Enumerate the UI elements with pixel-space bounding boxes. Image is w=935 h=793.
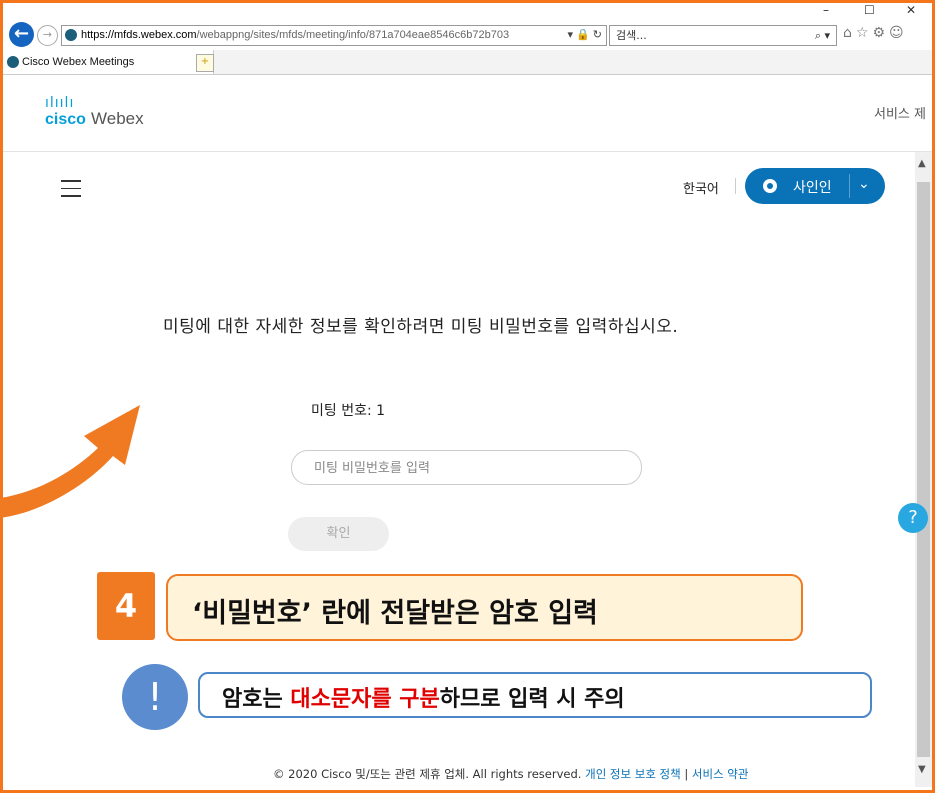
signin-button[interactable]: 사인인 ⌄ [745, 168, 885, 204]
tab-strip: Cisco Webex Meetings × + [3, 50, 932, 75]
copyright-text: © 2020 Cisco 및/또는 관련 제휴 업체. All rights r… [273, 767, 582, 781]
search-icon[interactable]: ⌕ ▾ [815, 26, 830, 45]
privacy-link[interactable]: 개인 정보 보호 정책 [585, 767, 681, 781]
language-divider [735, 178, 736, 194]
close-icon[interactable]: ✕ [906, 3, 916, 17]
tab-title: Cisco Webex Meetings [22, 56, 135, 68]
step-instruction: ‘비밀번호’ 란에 전달받은 암호 입력 [166, 574, 803, 641]
language-selector[interactable]: 한국어 [683, 178, 719, 197]
password-prompt: 미팅에 대한 자세한 정보를 확인하려면 미팅 비밀번호를 입력하십시오. [163, 317, 679, 337]
site-favicon-icon [65, 29, 77, 41]
search-box[interactable]: 검색... ⌕ ▾ [609, 25, 837, 46]
footer-separator: | [684, 767, 689, 781]
site-header: ılıılı cisco Webex 서비스 제 [3, 75, 932, 152]
page-footer: © 2020 Cisco 및/또는 관련 제휴 업체. All rights r… [273, 766, 748, 782]
meeting-number: 미팅 번호: 1 [311, 403, 386, 419]
webex-icon [763, 179, 777, 193]
url-path: /webappng/sites/mfds/meeting/info/871a70… [196, 29, 510, 41]
chevron-down-icon[interactable]: ⌄ [858, 176, 870, 192]
forward-arrow-icon[interactable]: → [37, 25, 58, 46]
help-icon[interactable]: ? [898, 503, 928, 533]
search-placeholder: 검색... [616, 29, 647, 42]
url-host: https://mfds.webex.com [81, 29, 197, 41]
warn-highlight: 대소문자를 구분 [290, 687, 440, 712]
cisco-bars-icon: ılıılı [45, 95, 75, 111]
scroll-thumb[interactable] [917, 182, 930, 757]
address-bar[interactable]: https://mfds.webex.com/webappng/sites/mf… [61, 25, 607, 46]
address-tools-icon[interactable]: ▾ 🔒 ↻ [564, 26, 602, 45]
confirm-button[interactable]: 확인 [288, 517, 389, 551]
hamburger-menu-icon[interactable] [61, 180, 81, 203]
warning-note: 암호는 대소문자를 구분하므로 입력 시 주의 [198, 672, 872, 718]
toolbar-icons[interactable]: ⌂☆⚙☺ [843, 25, 908, 41]
password-input[interactable] [312, 458, 626, 478]
signin-label: 사인인 [793, 180, 832, 196]
tab-webex[interactable]: Cisco Webex Meetings × [3, 50, 214, 74]
password-field[interactable] [291, 450, 642, 485]
new-tab-icon[interactable]: + [196, 54, 214, 72]
cisco-webex-logo[interactable]: ılıılı cisco Webex [45, 95, 144, 129]
warn-text-2: 하므로 입력 시 주의 [439, 687, 625, 712]
scroll-down-icon[interactable]: ▼ [918, 764, 926, 775]
step-text: ‘비밀번호’ 란에 전달받은 암호 입력 [192, 598, 598, 629]
vertical-scrollbar[interactable]: ▲ ▼ [915, 152, 932, 787]
minimize-icon[interactable]: – [823, 3, 829, 17]
maximize-icon[interactable]: ☐ [864, 3, 875, 17]
back-arrow-icon[interactable]: ← [9, 22, 34, 47]
warn-text-1: 암호는 [222, 687, 291, 712]
browser-navbar: ← → https://mfds.webex.com/webappng/site… [3, 22, 932, 48]
logo-cisco: cisco [45, 111, 86, 128]
scroll-up-icon[interactable]: ▲ [918, 158, 926, 169]
signin-divider [849, 174, 850, 198]
service-link[interactable]: 서비스 제 [874, 103, 926, 122]
logo-webex: Webex [91, 109, 144, 128]
step-number-badge: 4 [97, 572, 155, 640]
callout-arrow-icon [0, 405, 140, 518]
terms-link[interactable]: 서비스 약관 [692, 767, 749, 781]
warning-icon: ! [122, 664, 188, 730]
tab-favicon-icon [7, 56, 19, 68]
